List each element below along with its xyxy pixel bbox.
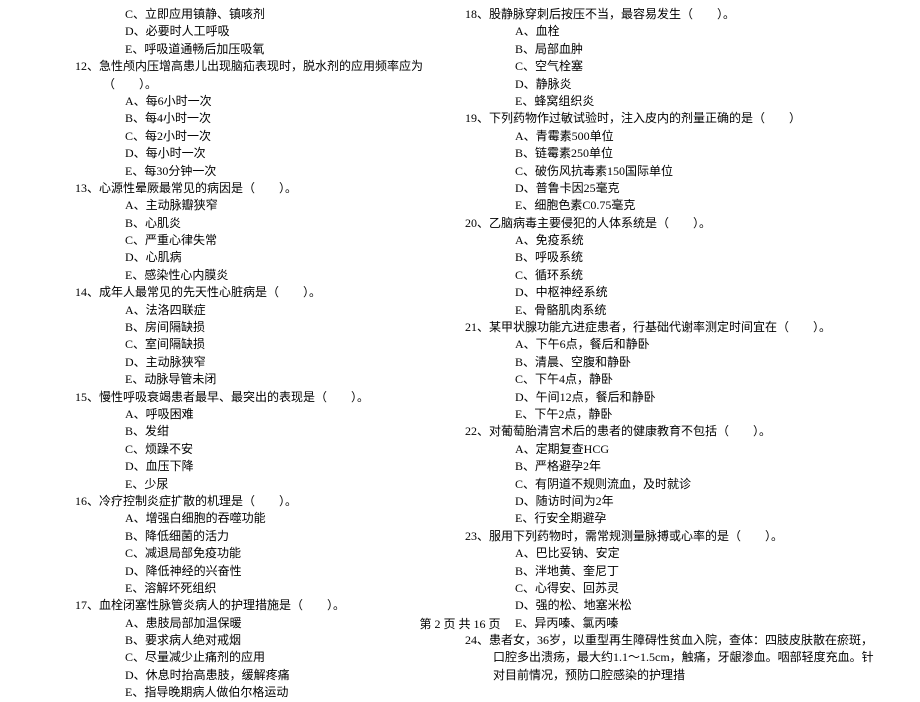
answer-option: A、每6小时一次	[105, 93, 440, 110]
answer-option: A、下午6点，餐后和静卧	[495, 336, 880, 353]
answer-option: E、溶解坏死组织	[105, 580, 440, 597]
answer-option: C、破伤风抗毒素150国际单位	[495, 163, 880, 180]
answer-option: C、下午4点，静卧	[495, 371, 880, 388]
answer-option: E、下午2点，静卧	[495, 406, 880, 423]
answer-option: E、感染性心内膜炎	[105, 267, 440, 284]
answer-option: E、少尿	[105, 476, 440, 493]
answer-option: B、严格避孕2年	[495, 458, 880, 475]
page-footer: 第 2 页 共 16 页	[0, 615, 920, 632]
answer-option: D、普鲁卡因25毫克	[495, 180, 880, 197]
answer-option: E、指导晚期病人做伯尔格运动	[105, 684, 440, 701]
answer-option: C、减退局部免疫功能	[105, 545, 440, 562]
question-stem: 16、冷疗控制炎症扩散的机理是（ ）。	[75, 493, 440, 510]
question-stem: 24、患者女，36岁，以重型再生障碍性贫血入院，查体：四肢皮肤散在瘀斑，口腔多出…	[465, 632, 880, 684]
answer-option: B、要求病人绝对戒烟	[105, 632, 440, 649]
question-stem: 19、下列药物作过敏试验时，注入皮内的剂量正确的是（ ）	[465, 110, 880, 127]
answer-option: C、室间隔缺损	[105, 336, 440, 353]
question-stem: 15、慢性呼吸衰竭患者最早、最突出的表现是（ ）。	[75, 389, 440, 406]
answer-option: A、增强白细胞的吞噬功能	[105, 510, 440, 527]
answer-option: E、行安全期避孕	[495, 510, 880, 527]
answer-option: C、心得安、回苏灵	[495, 580, 880, 597]
answer-option: B、房间隔缺损	[105, 319, 440, 336]
answer-option: C、尽量减少止痛剂的应用	[105, 649, 440, 666]
answer-option: A、呼吸困难	[105, 406, 440, 423]
question-stem: 21、某甲状腺功能亢进症患者，行基础代谢率测定时间宜在（ ）。	[465, 319, 880, 336]
answer-option: D、降低神经的兴奋性	[105, 563, 440, 580]
answer-option: D、强的松、地塞米松	[495, 597, 880, 614]
answer-option: B、发绀	[105, 423, 440, 440]
answer-option: A、免疫系统	[495, 232, 880, 249]
answer-option: A、主动脉瓣狭窄	[105, 197, 440, 214]
answer-option: E、呼吸道通畅后加压吸氧	[105, 41, 440, 58]
answer-option: A、定期复查HCG	[495, 441, 880, 458]
answer-option: E、蜂窝组织炎	[495, 93, 880, 110]
answer-option: C、循环系统	[495, 267, 880, 284]
answer-option: C、立即应用镇静、镇咳剂	[105, 6, 440, 23]
answer-option: C、烦躁不安	[105, 441, 440, 458]
answer-option: D、休息时抬高患肢，缓解疼痛	[105, 667, 440, 684]
answer-option: E、每30分钟一次	[105, 163, 440, 180]
answer-option: B、局部血肿	[495, 41, 880, 58]
answer-option: D、随访时间为2年	[495, 493, 880, 510]
answer-option: B、链霉素250单位	[495, 145, 880, 162]
answer-option: D、中枢神经系统	[495, 284, 880, 301]
answer-option: C、空气栓塞	[495, 58, 880, 75]
answer-option: A、巴比妥钠、安定	[495, 545, 880, 562]
answer-option: D、主动脉狭窄	[105, 354, 440, 371]
question-stem: 23、服用下列药物时，需常规测量脉搏或心率的是（ ）。	[465, 528, 880, 545]
right-column: 18、股静脉穿刺后按压不当，最容易发生（ ）。A、血栓B、局部血肿C、空气栓塞D…	[460, 0, 920, 600]
answer-option: B、降低细菌的活力	[105, 528, 440, 545]
answer-option: E、动脉导管未闭	[105, 371, 440, 388]
answer-option: A、血栓	[495, 23, 880, 40]
question-stem: 12、急性颅内压增高患儿出现脑疝表现时，脱水剂的应用频率应为（ ）。	[75, 58, 440, 93]
answer-option: D、每小时一次	[105, 145, 440, 162]
answer-option: B、呼吸系统	[495, 249, 880, 266]
answer-option: B、每4小时一次	[105, 110, 440, 127]
answer-option: C、严重心律失常	[105, 232, 440, 249]
answer-option: A、青霉素500单位	[495, 128, 880, 145]
answer-option: E、细胞色素C0.75毫克	[495, 197, 880, 214]
answer-option: C、有阴道不规则流血，及时就诊	[495, 476, 880, 493]
answer-option: D、血压下降	[105, 458, 440, 475]
question-stem: 17、血栓闭塞性脉管炎病人的护理措施是（ ）。	[75, 597, 440, 614]
question-stem: 20、乙脑病毒主要侵犯的人体系统是（ ）。	[465, 215, 880, 232]
answer-option: D、静脉炎	[495, 76, 880, 93]
question-stem: 22、对葡萄胎清宫术后的患者的健康教育不包括（ ）。	[465, 423, 880, 440]
left-column: C、立即应用镇静、镇咳剂D、必要时人工呼吸E、呼吸道通畅后加压吸氧12、急性颅内…	[0, 0, 460, 600]
answer-option: B、心肌炎	[105, 215, 440, 232]
answer-option: D、午间12点，餐后和静卧	[495, 389, 880, 406]
question-stem: 13、心源性晕厥最常见的病因是（ ）。	[75, 180, 440, 197]
answer-option: C、每2小时一次	[105, 128, 440, 145]
answer-option: B、清晨、空腹和静卧	[495, 354, 880, 371]
answer-option: D、心肌病	[105, 249, 440, 266]
answer-option: D、必要时人工呼吸	[105, 23, 440, 40]
question-stem: 18、股静脉穿刺后按压不当，最容易发生（ ）。	[465, 6, 880, 23]
answer-option: A、法洛四联症	[105, 302, 440, 319]
answer-option: E、骨骼肌肉系统	[495, 302, 880, 319]
answer-option: B、泮地黄、奎尼丁	[495, 563, 880, 580]
question-stem: 14、成年人最常见的先天性心脏病是（ ）。	[75, 284, 440, 301]
